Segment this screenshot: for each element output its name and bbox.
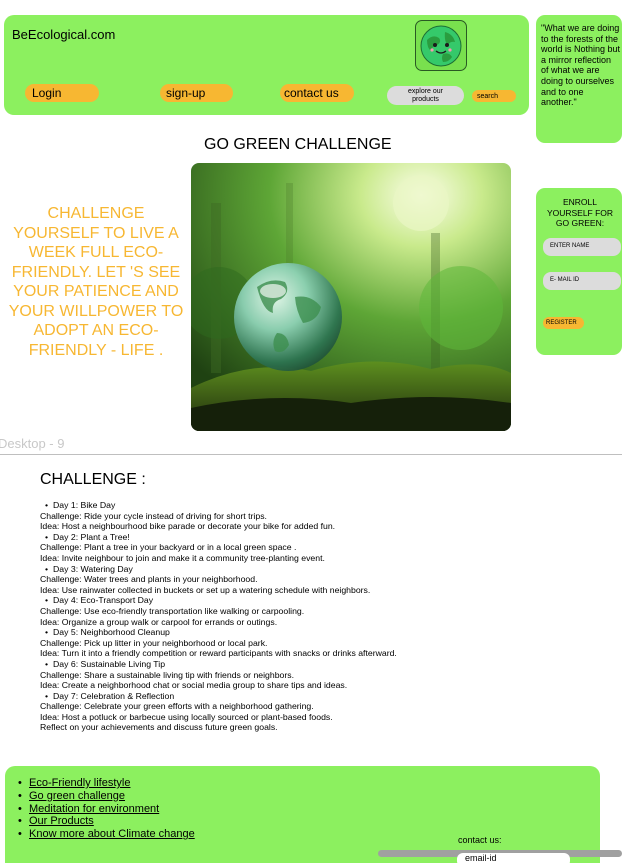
closing-text: Reflect on your achievements and discuss…	[40, 722, 278, 733]
day-challenge: Challenge: Use eco-friendly transportati…	[40, 605, 305, 616]
day-idea: Idea: Invite neighbour to join and make …	[40, 552, 325, 563]
frame-divider	[0, 454, 622, 455]
explore-products-button[interactable]: explore our products	[387, 86, 464, 105]
climate-change-link[interactable]: Know more about Climate change	[29, 828, 195, 840]
footer-link-item: Go green challenge	[15, 790, 195, 803]
contact-us-button[interactable]: contact us	[280, 84, 354, 102]
our-products-link[interactable]: Our Products	[29, 815, 94, 827]
challenge-intro-text: CHALLENGE YOURSELF TO LIVE A WEEK FULL E…	[8, 205, 184, 359]
earth-logo-icon[interactable]	[415, 20, 467, 71]
footer-link-item: Meditation for environment	[15, 803, 195, 816]
meditation-link[interactable]: Meditation for environment	[29, 803, 159, 815]
header-bar: BeEcological.com Login sign-up contact u…	[4, 15, 529, 115]
day-idea: Idea: Create a neighborhood chat or soci…	[40, 680, 348, 691]
register-button[interactable]: REGISTER	[543, 317, 584, 329]
footer: Eco-Friendly lifestyle Go green challeng…	[5, 766, 600, 863]
signup-button[interactable]: sign-up	[160, 84, 233, 102]
eco-friendly-lifestyle-link[interactable]: Eco-Friendly lifestyle	[29, 777, 130, 789]
day-challenge: Challenge: Ride your cycle instead of dr…	[40, 510, 267, 521]
challenge-section-title: CHALLENGE :	[40, 471, 146, 488]
day-title: Day 1: Bike Day	[40, 500, 600, 511]
quote-text: "What we are doing to the forests of the…	[541, 23, 621, 108]
day-title: Day 6: Sustainable Living Tip	[40, 659, 600, 670]
enroll-title: ENROLL YOURSELF FOR GO GREEN:	[546, 197, 614, 228]
footer-email-input[interactable]: email-id	[457, 853, 570, 863]
day-title: Day 2: Plant a Tree!	[40, 532, 600, 543]
day-idea: Idea: Host a neighbourhood bike parade o…	[40, 521, 336, 532]
enroll-panel: ENROLL YOURSELF FOR GO GREEN: ENTER NAME…	[536, 188, 622, 355]
name-input[interactable]: ENTER NAME	[543, 238, 621, 256]
day-title: Day 5: Neighborhood Cleanup	[40, 627, 600, 638]
footer-link-item: Our Products	[15, 815, 195, 828]
day-challenge: Challenge: Water trees and plants in you…	[40, 574, 258, 585]
frame-label: Desktop - 9	[0, 436, 65, 451]
day-challenge: Challenge: Plant a tree in your backyard…	[40, 542, 297, 553]
footer-links: Eco-Friendly lifestyle Go green challeng…	[15, 777, 195, 841]
email-input[interactable]: E- MAIL ID	[543, 272, 621, 290]
day-idea: Idea: Host a potluck or barbecue using l…	[40, 711, 333, 722]
go-green-challenge-link[interactable]: Go green challenge	[29, 790, 125, 802]
glass-globe-forest-image	[191, 163, 511, 431]
contact-label: contact us:	[458, 835, 502, 845]
day-title: Day 3: Watering Day	[40, 564, 600, 575]
footer-link-item: Eco-Friendly lifestyle	[15, 777, 195, 790]
day-idea: Idea: Organize a group walk or carpool f…	[40, 616, 278, 627]
footer-link-item: Know more about Climate change	[15, 828, 195, 841]
day-title: Day 7: Celebration & Reflection	[40, 691, 600, 702]
day-title: Day 4: Eco-Transport Day	[40, 595, 600, 606]
page-title: GO GREEN CHALLENGE	[204, 136, 392, 153]
day-challenge: Challenge: Share a sustainable living ti…	[40, 669, 295, 680]
quote-panel: "What we are doing to the forests of the…	[536, 15, 622, 143]
login-button[interactable]: Login	[25, 84, 99, 102]
search-button[interactable]: search	[472, 90, 516, 102]
site-name[interactable]: BeEcological.com	[12, 27, 115, 42]
day-challenge: Challenge: Pick up litter in your neighb…	[40, 637, 268, 648]
day-challenge: Challenge: Celebrate your green efforts …	[40, 701, 314, 712]
challenge-list: Day 1: Bike Day Challenge: Ride your cyc…	[40, 500, 600, 733]
day-idea: Idea: Use rainwater collected in buckets…	[40, 584, 371, 595]
day-idea: Idea: Turn it into a friendly competitio…	[40, 648, 397, 659]
